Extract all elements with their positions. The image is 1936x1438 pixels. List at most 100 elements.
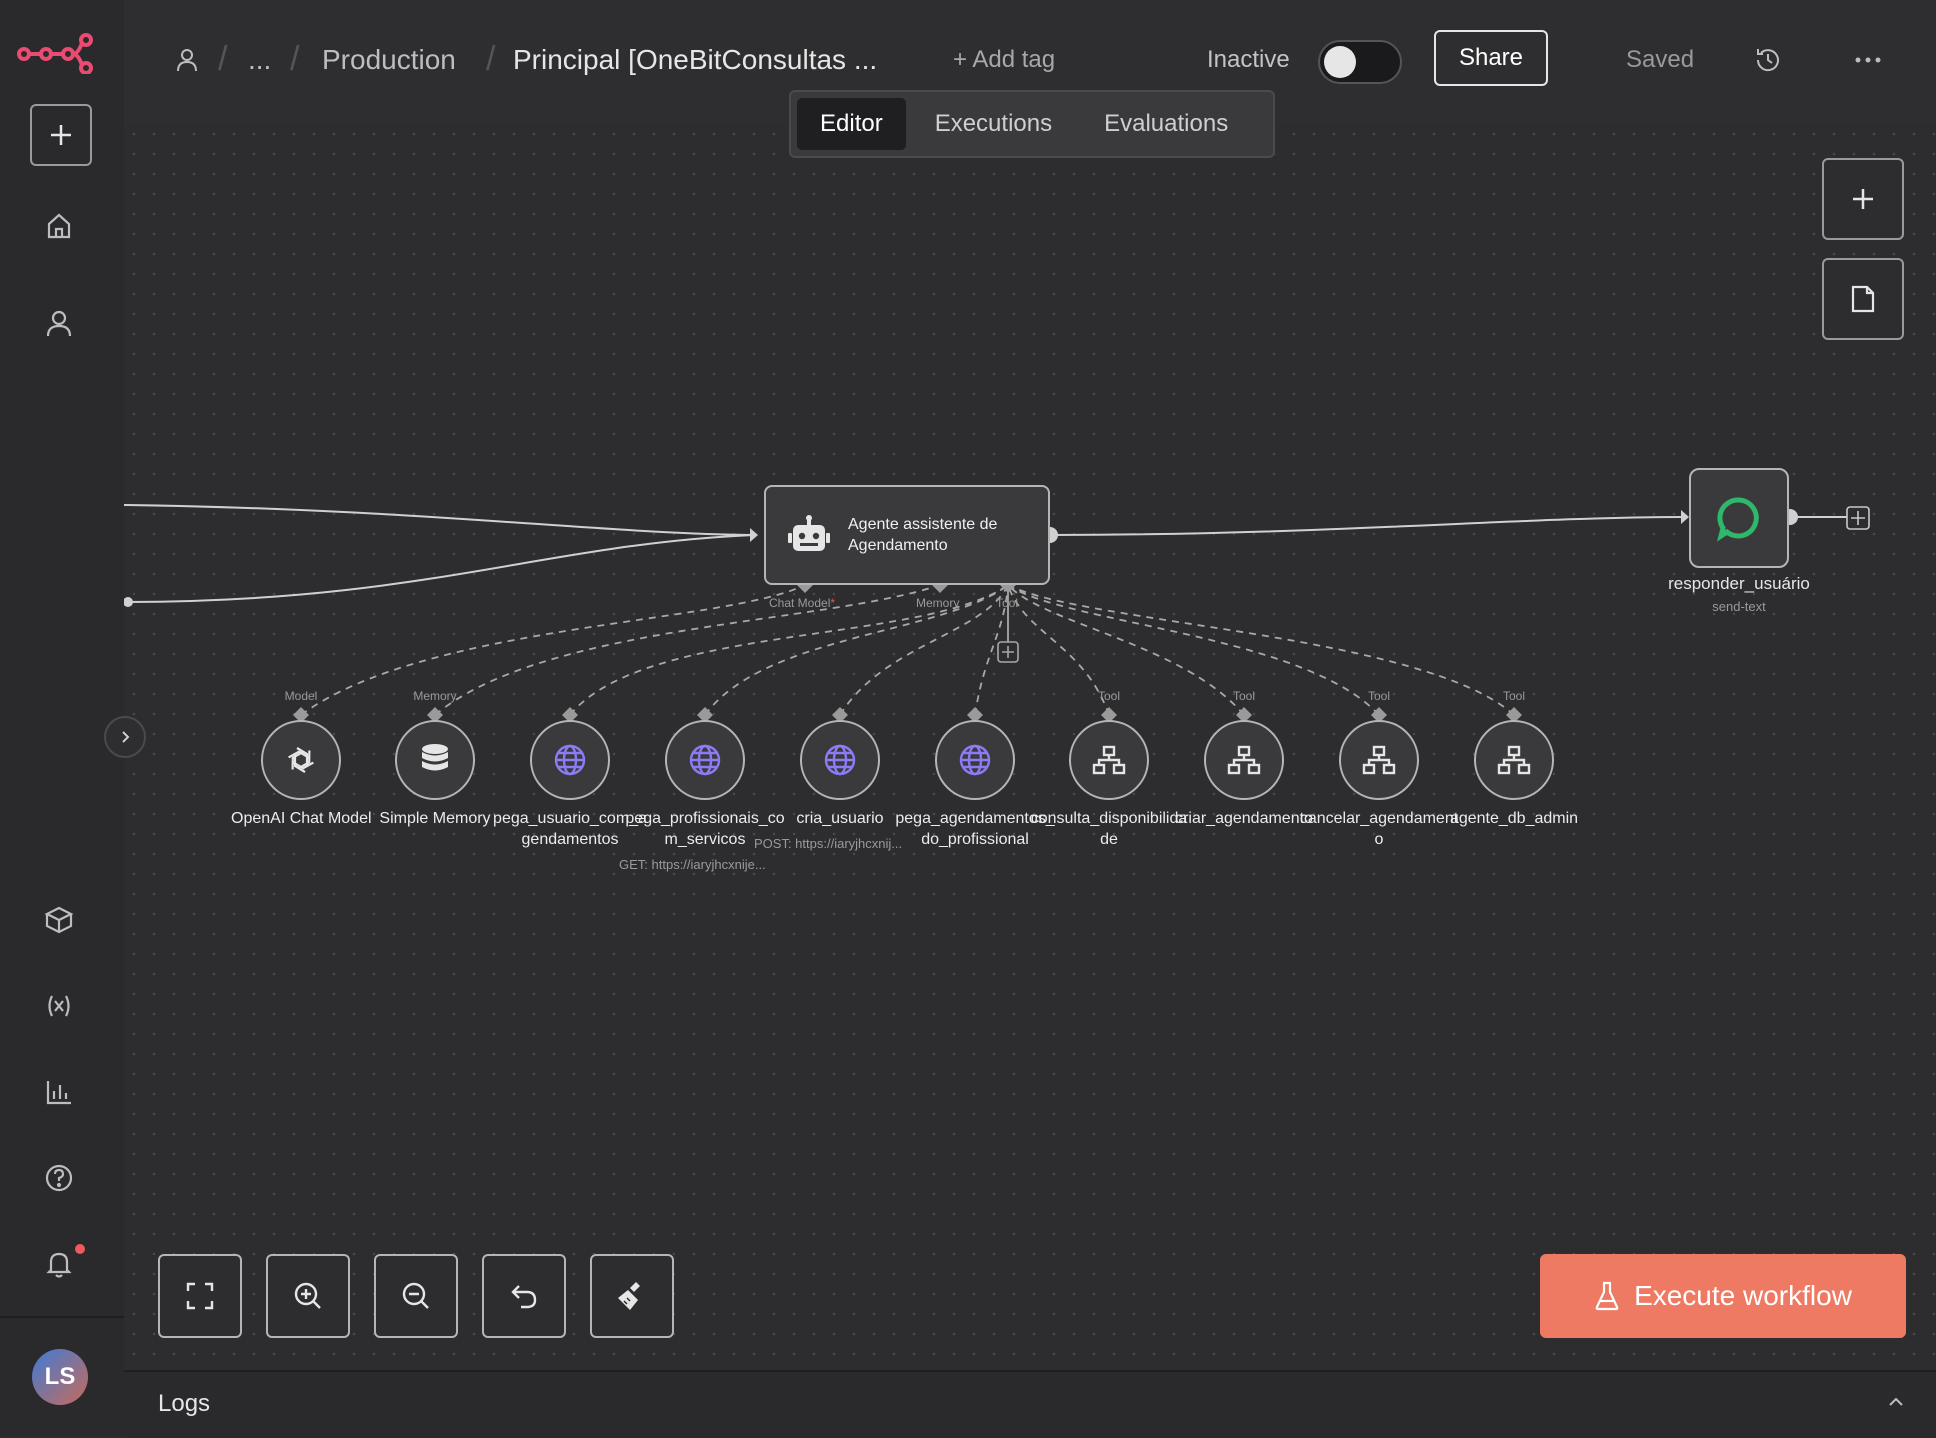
- ai-port-diamonds: [293, 577, 1522, 723]
- main-connection: [1049, 516, 1685, 536]
- zoom-in-icon: [294, 1282, 321, 1309]
- agent-node-label: Agente assistente de Agendamento: [848, 516, 998, 554]
- port-label-memory: Memory: [916, 596, 960, 610]
- workflow-tool-node[interactable]: [1069, 720, 1149, 800]
- workflow-tool-node[interactable]: [1474, 720, 1554, 800]
- add-button[interactable]: [30, 104, 92, 166]
- ai-connection: [434, 584, 941, 716]
- chevron-right-icon: [122, 731, 130, 743]
- sidebar-collapse-toggle[interactable]: [104, 716, 146, 758]
- ai-connection: [704, 584, 1009, 716]
- slot-label: Tool: [1502, 689, 1525, 703]
- ai-connection: [300, 584, 806, 716]
- sidebar-item-help[interactable]: [30, 1149, 88, 1207]
- workflow-tool-node[interactable]: [1339, 720, 1419, 800]
- tab-evaluations[interactable]: Evaluations: [1081, 98, 1251, 150]
- node-subtitle: POST: https://iaryjhcxnij...: [754, 836, 903, 851]
- http-tool-node[interactable]: [800, 720, 880, 800]
- history-icon: [1756, 49, 1779, 72]
- tab-executions[interactable]: Executions: [912, 98, 1075, 150]
- fullscreen-icon: [186, 1282, 214, 1310]
- user-icon: [46, 310, 72, 337]
- tab-editor[interactable]: Editor: [797, 98, 906, 150]
- sidebar-item-insights[interactable]: [30, 1063, 88, 1121]
- openai-chat-model-node[interactable]: [261, 720, 341, 800]
- active-toggle[interactable]: [1318, 40, 1402, 84]
- tidy-up-button[interactable]: [590, 1254, 674, 1338]
- bell-icon: [46, 1252, 72, 1278]
- sidebar-item-personal[interactable]: [30, 294, 88, 352]
- robot-icon: [784, 510, 834, 560]
- sidebar-item-home[interactable]: [30, 197, 88, 255]
- simple-memory-node[interactable]: [395, 720, 475, 800]
- execute-workflow-button[interactable]: Execute workflow: [1540, 1254, 1906, 1338]
- logs-panel[interactable]: Logs: [124, 1370, 1936, 1438]
- user-icon[interactable]: [176, 48, 198, 72]
- breadcrumb-ellipsis[interactable]: ...: [248, 44, 271, 76]
- input-handle: [124, 597, 133, 607]
- logs-title: Logs: [158, 1390, 211, 1417]
- breadcrumb-project[interactable]: Production: [322, 44, 456, 76]
- openai-icon: [288, 747, 314, 773]
- notification-dot: [75, 1244, 85, 1254]
- sidebar-item-templates[interactable]: [30, 891, 88, 949]
- node-label: Simple Memory: [379, 810, 491, 827]
- breadcrumb-separator: /: [290, 40, 300, 78]
- http-tool-node[interactable]: [665, 720, 745, 800]
- history-button[interactable]: [1748, 40, 1788, 80]
- node-label: OpenAI Chat Model: [231, 810, 372, 827]
- responder-node-label: responder_usuário: [1668, 574, 1810, 593]
- more-horizontal-icon: [1855, 57, 1881, 63]
- workflow-icon: [1362, 745, 1396, 775]
- add-node-panel-button[interactable]: [1822, 158, 1904, 240]
- sidebar-divider: [0, 1316, 124, 1318]
- connections-layer: [124, 504, 1870, 723]
- view-tabs: Editor Executions Evaluations: [789, 90, 1275, 158]
- zoom-out-button[interactable]: [374, 1254, 458, 1338]
- reset-zoom-button[interactable]: [482, 1254, 566, 1338]
- chart-bar-icon: [46, 1081, 71, 1105]
- active-status-label: Inactive: [1207, 46, 1290, 73]
- breadcrumb-separator: /: [218, 40, 228, 78]
- input-arrow: [750, 528, 758, 542]
- add-tag-button[interactable]: + Add tag: [953, 46, 1055, 74]
- slot-label: Tool: [1232, 689, 1255, 703]
- node-subtitle: GET: https://iaryjhcxnije...: [619, 857, 766, 872]
- zoom-to-fit-button[interactable]: [158, 1254, 242, 1338]
- workflow-canvas[interactable]: Agente assistente de Agendamento Chat Mo…: [124, 124, 1936, 1370]
- n8n-logo-icon[interactable]: [16, 30, 96, 74]
- share-button[interactable]: Share: [1434, 30, 1548, 86]
- sidebar-item-variables[interactable]: [30, 977, 88, 1035]
- chat-bubble-icon: [1717, 497, 1759, 542]
- node-label: agente_db_admin: [1449, 810, 1579, 827]
- flask-icon: [1595, 1281, 1619, 1311]
- database-icon: [422, 744, 448, 771]
- responder-node[interactable]: [1689, 468, 1789, 568]
- zoom-in-button[interactable]: [266, 1254, 350, 1338]
- http-tool-node[interactable]: [530, 720, 610, 800]
- globe-icon: [689, 744, 721, 776]
- globe-icon: [554, 744, 586, 776]
- node-label: cria_usuario: [796, 810, 884, 827]
- workflow-title[interactable]: Principal [OneBitConsultas ...: [513, 44, 877, 76]
- chevron-up-icon[interactable]: [1886, 1392, 1906, 1412]
- box-icon: [44, 906, 74, 934]
- more-menu-button[interactable]: [1848, 40, 1888, 80]
- execute-workflow-label: Execute workflow: [1634, 1280, 1852, 1311]
- main-connection: [124, 504, 755, 536]
- help-icon: [45, 1164, 73, 1192]
- main-connection: [124, 534, 755, 603]
- avatar[interactable]: LS: [32, 1349, 88, 1405]
- slot-label: Tool: [1097, 689, 1120, 703]
- workflow-tool-node[interactable]: [1204, 720, 1284, 800]
- saved-status: Saved: [1626, 46, 1695, 73]
- http-tool-node[interactable]: [935, 720, 1015, 800]
- add-sticky-button[interactable]: [1822, 258, 1904, 340]
- sidebar: LS: [0, 0, 126, 1436]
- sticky-note-icon: [1851, 285, 1875, 313]
- required-marker: *: [830, 596, 836, 610]
- workflow-icon: [1227, 745, 1261, 775]
- globe-icon: [824, 744, 856, 776]
- globe-icon: [959, 744, 991, 776]
- agent-node[interactable]: Agente assistente de Agendamento: [764, 485, 1050, 585]
